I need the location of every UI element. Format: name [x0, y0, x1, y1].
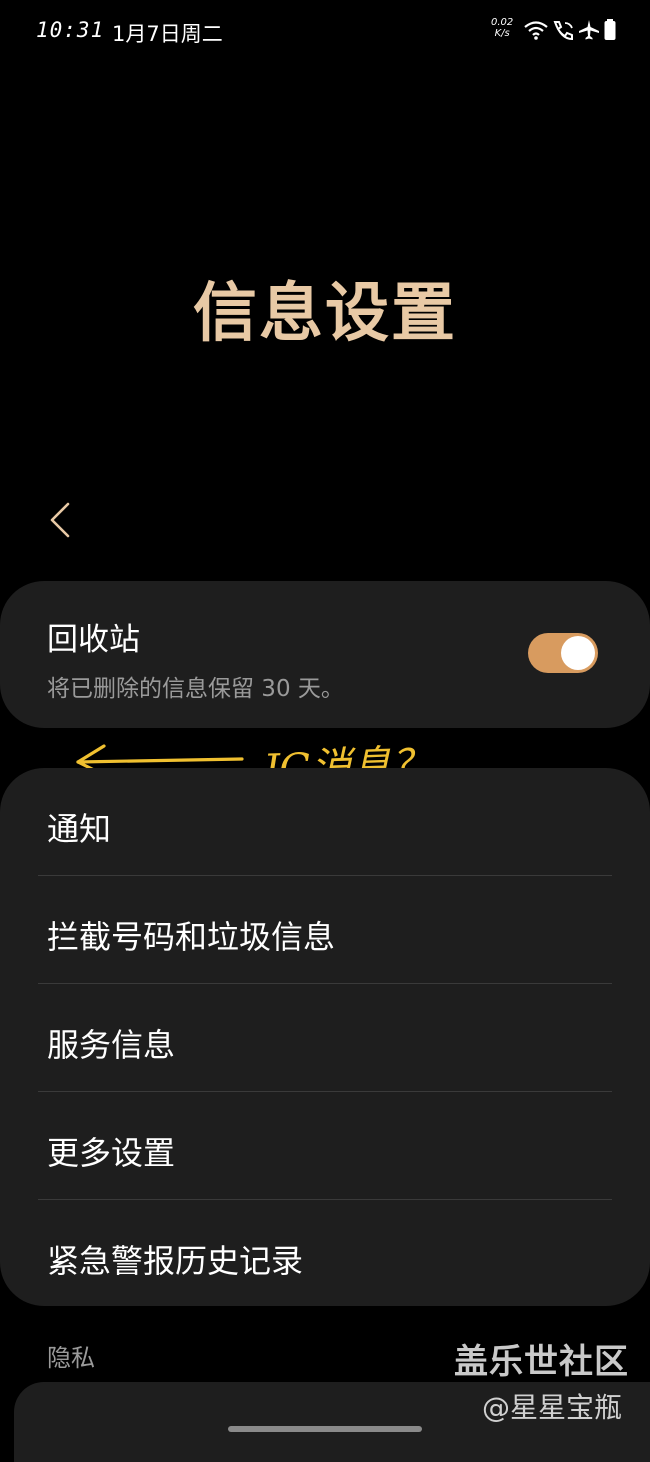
- section-header-privacy: 隐私: [47, 1344, 95, 1372]
- menu-item-label: 通知: [47, 810, 112, 848]
- status-bar: 10:31 1月7日周二 0.02 K/s: [0, 0, 650, 64]
- status-time: 10:31: [36, 18, 105, 42]
- battery-icon: [604, 19, 616, 40]
- watermark-brand: 盖乐世社区: [454, 1342, 629, 1382]
- menu-item-label: 更多设置: [47, 1134, 176, 1172]
- network-speed-unit: K/s: [494, 28, 510, 39]
- recycle-bin-subtitle: 将已删除的信息保留 30 天。: [47, 676, 344, 702]
- chevron-left-icon: [50, 502, 70, 538]
- menu-item-label: 紧急警报历史记录: [47, 1242, 304, 1280]
- airplane-icon: [579, 20, 599, 40]
- page-title: 信息设置: [193, 277, 457, 351]
- menu-item-emergency-alerts[interactable]: 紧急警报历史记录: [0, 1200, 650, 1307]
- back-button[interactable]: [38, 496, 86, 544]
- recycle-bin-title: 回收站: [47, 622, 140, 658]
- toggle-knob: [561, 636, 595, 670]
- watermark-user: @星星宝瓶: [482, 1391, 623, 1424]
- network-speed-value: 0.02: [491, 17, 514, 28]
- menu-item-more-settings[interactable]: 更多设置: [0, 1092, 650, 1199]
- recycle-bin-toggle[interactable]: [528, 633, 598, 673]
- home-indicator[interactable]: [228, 1426, 422, 1432]
- call-wifi-icon: [553, 21, 573, 41]
- menu-item-notifications[interactable]: 通知: [0, 768, 650, 875]
- recycle-bin-card[interactable]: 回收站 将已删除的信息保留 30 天。: [0, 581, 650, 728]
- menu-item-block-numbers[interactable]: 拦截号码和垃圾信息: [0, 876, 650, 983]
- status-date: 1月7日周二: [112, 22, 223, 46]
- menu-item-service-messages[interactable]: 服务信息: [0, 984, 650, 1091]
- menu-item-label: 拦截号码和垃圾信息: [47, 918, 336, 956]
- menu-item-label: 服务信息: [47, 1026, 176, 1064]
- network-speed: 0.02 K/s: [491, 17, 513, 39]
- settings-menu-card: 通知 拦截号码和垃圾信息 服务信息 更多设置 紧急警报历史记录: [0, 768, 650, 1306]
- wifi-icon: [524, 21, 548, 40]
